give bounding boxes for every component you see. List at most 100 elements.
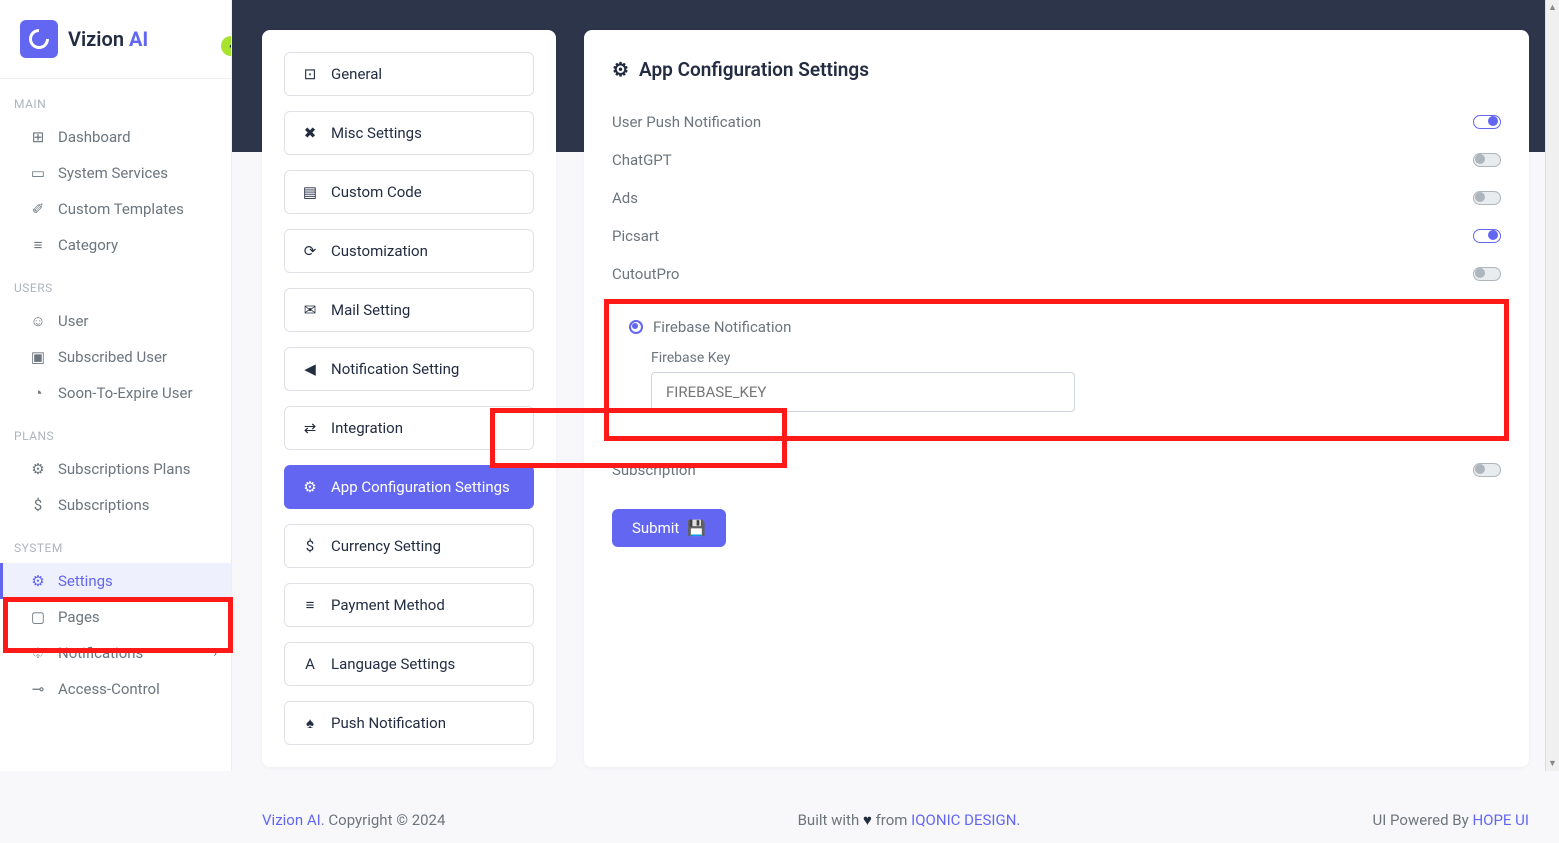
sidebar-item-custom-templates[interactable]: ✐Custom Templates [0, 191, 231, 227]
sidebar-item-label: Custom Templates [58, 200, 184, 218]
tab-customization[interactable]: ⟳ Customization [284, 229, 534, 273]
sidebar-item-settings[interactable]: ⚙Settings [0, 563, 231, 599]
card-title-text: App Configuration Settings [639, 58, 869, 81]
sidebar-item-access-control[interactable]: ⊸Access-Control [0, 671, 231, 707]
section-main-heading: MAIN [0, 79, 231, 119]
tab-label: Integration [331, 419, 403, 437]
tools-icon: ✖ [301, 124, 319, 142]
sidebar-item-dashboard[interactable]: ⊞Dashboard [0, 119, 231, 155]
sidebar-item-label: User [58, 312, 89, 330]
footer-brand-link[interactable]: Vizion AI. [262, 811, 325, 829]
grid-icon: ⊞ [30, 128, 46, 146]
sidebar-item-subscription-plans[interactable]: ⚙ Subscriptions Plans [0, 451, 231, 487]
logo-row: Vizion AI ‹ [0, 0, 231, 79]
monitor-icon: ▭ [30, 164, 46, 182]
sidebar-item-label: Subscriptions Plans [58, 460, 191, 478]
tab-misc-settings[interactable]: ✖Misc Settings [284, 111, 534, 155]
sidebar-item-system-services[interactable]: ▭System Services [0, 155, 231, 191]
tab-custom-code[interactable]: ▤ Custom Code [284, 170, 534, 214]
sliders-icon: ⚙ [30, 460, 46, 478]
sidebar-item-label: Soon-To-Expire User [58, 384, 193, 402]
option-picsart: Picsart [612, 217, 1501, 255]
brand-name: Vizion AI [68, 27, 148, 51]
toggle-ads[interactable] [1473, 191, 1501, 205]
option-label: Ads [612, 189, 638, 207]
sidebar-item-notifications[interactable]: ♤Notifications› [0, 635, 231, 671]
sidebar: Vizion AI ‹ MAIN ⊞Dashboard ▭System Serv… [0, 0, 232, 771]
firebase-key-label: Firebase Key [651, 350, 1484, 366]
option-chatgpt: ChatGPT [612, 141, 1501, 179]
footer-copyright: Copyright © 2024 [325, 811, 446, 829]
gear-icon: ⚙ [30, 572, 46, 590]
footer-left: Vizion AI. Copyright © 2024 [262, 811, 445, 829]
tab-label: Payment Method [331, 596, 445, 614]
content: ⊡General ✖Misc Settings ▤ Custom Code ⟳ Cu… [232, 0, 1559, 797]
paint-icon: ⟳ [301, 242, 319, 260]
tab-label: Language Settings [331, 655, 455, 673]
form-card: ⚙ App Configuration Settings User Push No… [584, 30, 1529, 767]
option-ads: Ads [612, 179, 1501, 217]
option-cutoutpro: CutoutPro [612, 255, 1501, 293]
tab-label: Custom Code [331, 183, 422, 201]
sidebar-item-label: Pages [58, 608, 100, 626]
sidebar-collapse-button[interactable]: ‹ [221, 36, 232, 56]
sidebar-item-soon-to-expire[interactable]: ◔ Soon-To-Expire User [0, 375, 231, 411]
sidebar-item-pages[interactable]: ▢Pages [0, 599, 231, 635]
footer-powered: UI Powered By [1373, 811, 1473, 829]
tab-mail-setting[interactable]: ✉Mail Setting [284, 288, 534, 332]
tab-app-config[interactable]: ⚙App Configuration Settings [284, 465, 534, 509]
sidebar-item-label: Subscriptions [58, 496, 149, 514]
sidebar-item-subscriptions[interactable]: $ Subscriptions [0, 487, 231, 523]
footer-built: Built with [798, 811, 863, 829]
settings-icon: ⚙ [612, 58, 629, 81]
sidebar-item-subscribed-user[interactable]: ▣Subscribed User [0, 339, 231, 375]
option-label: ChatGPT [612, 151, 672, 169]
settings-icon: ⚙ [301, 478, 319, 496]
save-icon: 💾 [687, 519, 706, 537]
tab-label: Customization [331, 242, 428, 260]
option-user-push: User Push Notification [612, 103, 1501, 141]
firebase-key-field: Firebase Key [651, 350, 1484, 412]
firebase-key-input[interactable] [651, 372, 1075, 412]
section-system-heading: SYSTEM [0, 523, 231, 563]
tab-integration[interactable]: ⇄ Integration [284, 406, 534, 450]
toggle-chatgpt[interactable] [1473, 153, 1501, 167]
option-label: Subscription [612, 461, 696, 479]
tab-label: Currency Setting [331, 537, 441, 555]
user-icon: ☺ [30, 312, 46, 330]
key-icon: ⊸ [30, 680, 46, 698]
tab-currency-setting[interactable]: $ Currency Setting [284, 524, 534, 568]
toggle-user-push[interactable] [1473, 115, 1501, 129]
file-icon: ▤ [301, 183, 319, 201]
sidebar-item-category[interactable]: ≡Category [0, 227, 231, 263]
tab-label: Mail Setting [331, 301, 410, 319]
sidebar-item-label: Notifications [58, 644, 143, 662]
clock-icon: ◔ [30, 384, 46, 402]
option-label: User Push Notification [612, 113, 761, 131]
main: ⊡General ✖Misc Settings ▤ Custom Code ⟳ Cu… [232, 0, 1559, 771]
sliders-icon: ⇄ [301, 419, 319, 437]
dollar-icon: $ [30, 496, 46, 514]
submit-button[interactable]: Submit💾 [612, 509, 726, 547]
tab-label: General [331, 65, 382, 83]
toggle-subscription[interactable] [1473, 463, 1501, 477]
firebase-radio[interactable] [629, 320, 643, 334]
option-label: Picsart [612, 227, 659, 245]
tab-push-notification[interactable]: ♠Push Notification [284, 701, 534, 745]
toggle-cutoutpro[interactable] [1473, 267, 1501, 281]
option-label: CutoutPro [612, 265, 679, 283]
language-icon: A [301, 655, 319, 673]
section-users-heading: USERS [0, 263, 231, 303]
sidebar-item-user[interactable]: ☺ User [0, 303, 231, 339]
toggle-picsart[interactable] [1473, 229, 1501, 243]
tab-payment-method[interactable]: ≡Payment Method [284, 583, 534, 627]
footer-right: UI Powered By HOPE UI [1373, 811, 1529, 829]
dollar-icon: $ [301, 537, 319, 555]
iqonic-link[interactable]: IQONIC DESIGN. [911, 811, 1020, 829]
footer-from: from [872, 811, 911, 829]
tab-notification-setting[interactable]: ◀Notification Setting [284, 347, 534, 391]
hopeui-link[interactable]: HOPE UI [1472, 811, 1529, 829]
footer-center: Built with ♥ from IQONIC DESIGN. [798, 811, 1021, 829]
tab-language-settings[interactable]: A Language Settings [284, 642, 534, 686]
tab-general[interactable]: ⊡General [284, 52, 534, 96]
